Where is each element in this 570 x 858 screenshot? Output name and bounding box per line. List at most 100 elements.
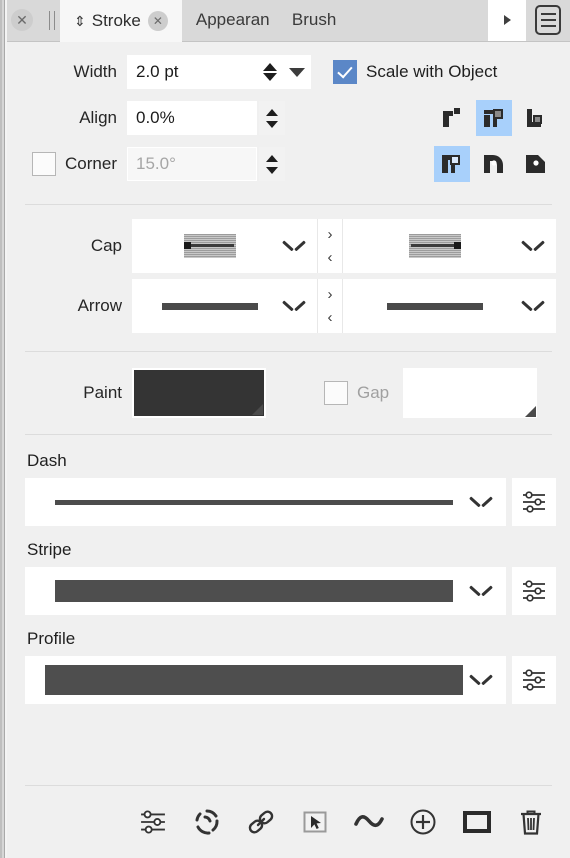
sort-arrows-icon: ⇕: [74, 12, 86, 29]
width-row: Width 2.0 pt Scale with Object: [7, 52, 570, 92]
tab-overflow-button[interactable]: [488, 0, 526, 41]
profile-row: [25, 656, 556, 704]
arrow-start-dropdown[interactable]: [132, 279, 317, 333]
stepper-down-icon: [266, 120, 278, 128]
sliders-icon: [141, 810, 165, 834]
tab-brush-label: Brush: [291, 10, 337, 29]
dash-title: Dash: [27, 451, 67, 470]
scale-with-object-row[interactable]: Scale with Object: [333, 60, 497, 84]
arrow-next-icon[interactable]: ›: [328, 283, 333, 306]
scale-with-object-checkbox[interactable]: [333, 60, 357, 84]
divider: [25, 434, 552, 435]
align-buttons-group: [434, 100, 570, 136]
tab-stroke[interactable]: ⇕ Stroke ✕: [60, 0, 182, 42]
join-round-button[interactable]: [476, 146, 512, 182]
cap-next-icon[interactable]: ›: [328, 223, 333, 246]
chevron-down-icon: [470, 496, 492, 508]
corner-input[interactable]: 15.0°: [127, 147, 257, 181]
join-miter-button[interactable]: [434, 146, 470, 182]
dash-preview: [35, 499, 470, 505]
cap-end-dropdown[interactable]: [343, 219, 556, 273]
dash-dropdown[interactable]: [25, 478, 506, 526]
footer-sliders-button[interactable]: [136, 805, 170, 839]
chevron-down-icon: [522, 300, 544, 312]
align-inside-icon: [443, 108, 460, 127]
join-bevel-button[interactable]: [518, 146, 554, 182]
sliders-icon: [523, 491, 545, 513]
divider: [25, 204, 552, 205]
join-round-icon: [484, 155, 503, 173]
tab-appearance[interactable]: Appearan: [182, 0, 278, 41]
profile-title: Profile: [27, 629, 76, 648]
chevron-down-icon: [289, 67, 305, 77]
swatch-corner-icon: [252, 404, 263, 415]
chevron-down-icon: [522, 240, 544, 252]
align-row: Align 0.0%: [7, 98, 570, 138]
join-bevel-icon: [526, 155, 545, 173]
corner-stepper[interactable]: [259, 147, 285, 181]
footer-pressure-button[interactable]: [190, 805, 224, 839]
stripe-preview: [35, 580, 470, 602]
arrow-prev-icon[interactable]: ‹: [328, 306, 333, 329]
footer-add-button[interactable]: [406, 805, 440, 839]
pressure-icon: [195, 809, 219, 835]
panel-menu-icon: [535, 5, 561, 35]
footer-delete-button[interactable]: [514, 805, 548, 839]
cap-start-dropdown[interactable]: [132, 219, 317, 273]
stepper-up-icon: [263, 63, 277, 71]
stripe-options-button[interactable]: [512, 567, 556, 615]
panel-close-button[interactable]: ✕: [0, 0, 44, 41]
align-center-button[interactable]: [476, 100, 512, 136]
gap-checkbox[interactable]: [324, 381, 348, 405]
profile-options-button[interactable]: [512, 656, 556, 704]
panel-body: Width 2.0 pt Scale with Object Align 0.0…: [0, 42, 570, 858]
align-outside-icon: [527, 109, 542, 127]
tab-appearance-label: Appearan: [195, 10, 270, 29]
footer-wave-button[interactable]: [352, 805, 386, 839]
arrow-swap-buttons[interactable]: › ‹: [317, 279, 343, 333]
footer-select-button[interactable]: [298, 805, 332, 839]
width-label: Width: [73, 62, 117, 81]
tab-bar: ✕ ⇕ Stroke ✕ Appearan Brush: [0, 0, 570, 42]
swatch-corner-icon: [525, 406, 537, 417]
stripe-row: [25, 567, 556, 615]
dash-group: Dash: [7, 443, 570, 532]
add-circle-icon: [410, 809, 436, 835]
width-dropdown-button[interactable]: [283, 55, 311, 89]
arrow-end-dropdown[interactable]: [343, 279, 556, 333]
overflow-arrow-icon: [503, 15, 511, 25]
corner-checkbox[interactable]: [32, 152, 57, 176]
divider: [25, 351, 552, 352]
width-stepper[interactable]: [257, 55, 283, 89]
chevron-down-icon: [470, 674, 492, 686]
width-input[interactable]: 2.0 pt: [127, 55, 257, 89]
scale-with-object-label: Scale with Object: [366, 62, 498, 81]
stripe-group: Stripe: [7, 532, 570, 621]
stepper-down-icon: [266, 166, 278, 174]
profile-group: Profile: [7, 621, 570, 710]
gap-color-swatch[interactable]: [403, 368, 538, 418]
corner-label: Corner: [65, 154, 117, 173]
align-inside-button[interactable]: [434, 100, 470, 136]
footer-rectangle-button[interactable]: [460, 805, 494, 839]
cap-swap-buttons[interactable]: › ‹: [317, 219, 343, 273]
paint-color-swatch[interactable]: [132, 368, 266, 418]
stripe-dropdown[interactable]: [25, 567, 506, 615]
align-outside-button[interactable]: [518, 100, 554, 136]
cap-prev-icon[interactable]: ‹: [328, 246, 333, 269]
drag-grip-icon[interactable]: [44, 0, 60, 41]
cap-label: Cap: [90, 236, 122, 255]
align-label: Align: [79, 108, 117, 127]
tab-brush[interactable]: Brush: [278, 0, 350, 41]
arrow-end-preview: [347, 302, 522, 310]
panel-menu-button[interactable]: [526, 0, 570, 41]
link-icon: [248, 810, 274, 834]
profile-dropdown[interactable]: [25, 656, 506, 704]
footer-link-button[interactable]: [244, 805, 278, 839]
align-stepper[interactable]: [259, 101, 285, 135]
dash-options-button[interactable]: [512, 478, 556, 526]
chevron-down-icon: [283, 300, 305, 312]
arrow-label: Arrow: [77, 296, 122, 315]
align-input[interactable]: 0.0%: [127, 101, 257, 135]
tab-close-icon[interactable]: ✕: [147, 10, 168, 31]
